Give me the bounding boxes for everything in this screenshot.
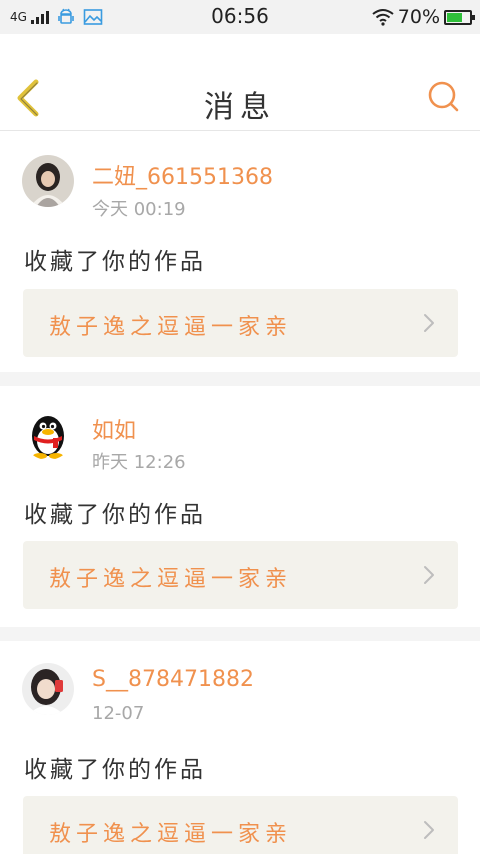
search-icon[interactable] — [426, 80, 460, 114]
username[interactable]: S__878471882 — [92, 667, 254, 692]
work-title: 敖子逸之逗逼一家亲 — [49, 315, 293, 340]
username[interactable]: 如如 — [92, 413, 136, 445]
username[interactable]: 二妞_661551368 — [92, 159, 273, 191]
penguin-avatar[interactable] — [22, 408, 74, 460]
chevron-right-icon — [424, 566, 434, 584]
battery-fill — [447, 12, 463, 22]
chevron-right-icon — [424, 314, 434, 332]
message-action: 收藏了你的作品 — [24, 757, 206, 783]
message-list: 二妞_661551368 今天 00:19 收藏了你的作品 敖子逸之逗逼一家亲 — [0, 132, 480, 854]
work-link[interactable]: 敖子逸之逗逼一家亲 — [23, 796, 458, 854]
message-card: S__878471882 12-07 收藏了你的作品 敖子逸之逗逼一家亲 — [0, 641, 480, 854]
work-link[interactable]: 敖子逸之逗逼一家亲 — [23, 289, 458, 357]
separator — [0, 627, 480, 641]
page-title: 消息 — [204, 90, 276, 125]
battery-icon — [444, 9, 475, 25]
message-action: 收藏了你的作品 — [24, 249, 206, 275]
battery-percent: 70% — [397, 6, 440, 28]
message-time: 12-07 — [92, 703, 145, 724]
message-time: 昨天 12:26 — [92, 452, 186, 473]
work-title: 敖子逸之逗逼一家亲 — [49, 567, 293, 592]
work-link[interactable]: 敖子逸之逗逼一家亲 — [23, 541, 458, 609]
wifi-icon — [372, 9, 394, 26]
separator — [0, 372, 480, 386]
girl-photo-avatar[interactable] — [22, 155, 74, 207]
message-action: 收藏了你的作品 — [24, 502, 206, 528]
work-title: 敖子逸之逗逼一家亲 — [49, 822, 293, 847]
chevron-right-icon — [424, 821, 434, 839]
status-bar: 4G 06:56 70% — [0, 0, 480, 34]
message-card: 如如 昨天 12:26 收藏了你的作品 敖子逸之逗逼一家亲 — [0, 386, 480, 627]
status-right: 70% — [372, 5, 475, 29]
message-time: 今天 00:19 — [92, 199, 186, 220]
message-card: 二妞_661551368 今天 00:19 收藏了你的作品 敖子逸之逗逼一家亲 — [0, 132, 480, 372]
app-header: 消息 — [0, 34, 480, 131]
girl-selfie-avatar[interactable] — [22, 663, 74, 715]
